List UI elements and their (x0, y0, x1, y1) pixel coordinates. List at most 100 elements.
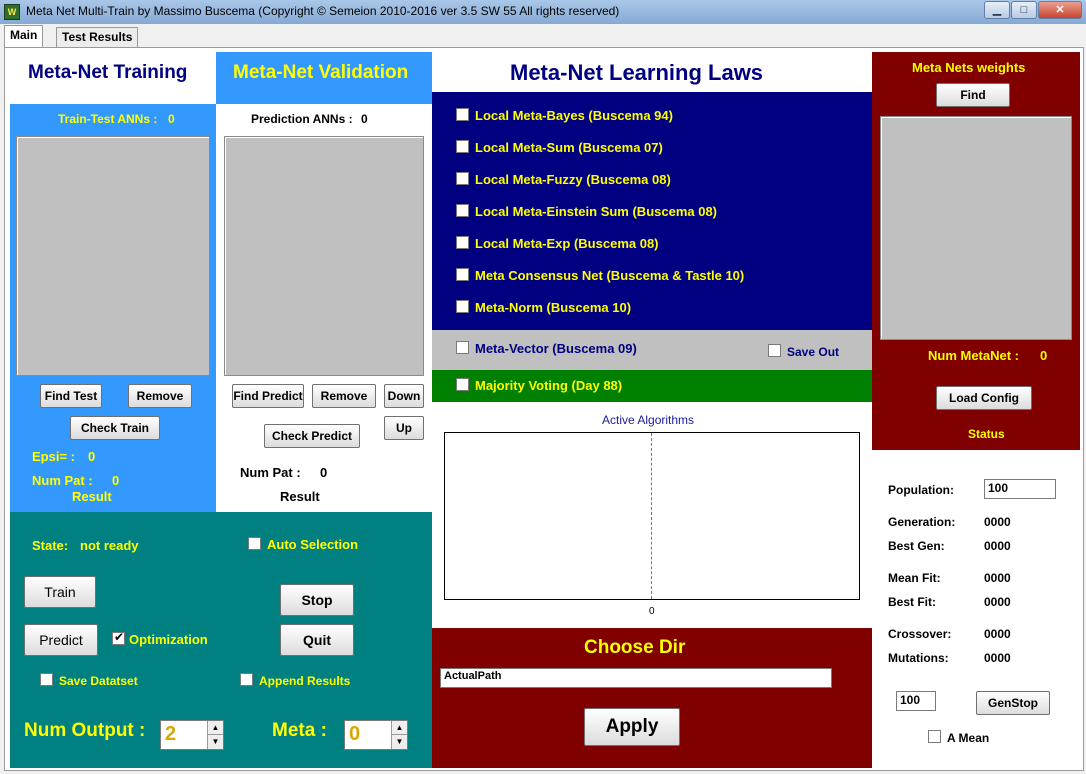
tab-main[interactable]: Main (4, 25, 44, 48)
generation-label: Generation: (888, 515, 956, 529)
law-item[interactable]: Meta-Norm (Buscema 10) (456, 300, 631, 315)
meta-vector-row: Meta-Vector (Buscema 09) Save Out (432, 330, 872, 370)
meta-vector-box[interactable] (456, 341, 469, 355)
find-weights-button[interactable]: Find (936, 83, 1010, 107)
mutations-label: Mutations: (888, 651, 949, 665)
check-predict-button[interactable]: Check Predict (264, 424, 360, 448)
remove-predict-button[interactable]: Remove (312, 384, 376, 408)
law-label: Local Meta-Sum (Buscema 07) (475, 140, 663, 156)
genstop-button[interactable]: GenStop (976, 691, 1050, 715)
meta-vector-checkbox[interactable]: Meta-Vector (Buscema 09) (456, 341, 637, 356)
title-bar: W Meta Net Multi-Train by Massimo Buscem… (0, 0, 1086, 24)
mean-fit-label: Mean Fit: (888, 571, 941, 585)
num-output-up-arrow-icon[interactable]: ▲ (207, 721, 223, 735)
prediction-list[interactable] (224, 136, 424, 376)
app-icon: W (4, 4, 20, 20)
status-label: Status (968, 427, 1005, 441)
predict-result-label: Result (280, 489, 320, 504)
meta-spinner[interactable]: 0 ▲ ▼ (344, 720, 408, 750)
optimization-box[interactable] (112, 630, 125, 646)
auto-selection-checkbox[interactable]: Auto Selection (248, 537, 358, 552)
append-results-checkbox[interactable]: Append Results (240, 673, 350, 688)
tab-test-results[interactable]: Test Results (56, 27, 139, 47)
down-button[interactable]: Down (384, 384, 424, 408)
a-mean-checkbox[interactable]: A Mean (928, 730, 989, 745)
law-checkbox[interactable] (456, 268, 469, 282)
law-checkbox[interactable] (456, 236, 469, 250)
weights-panel: Meta Nets weights Find Num MetaNet : 0 L… (872, 52, 1080, 450)
law-label: Local Meta-Exp (Buscema 08) (475, 236, 659, 252)
best-gen-value: 0000 (984, 539, 1011, 553)
dir-path-input[interactable]: ActualPath (440, 668, 832, 688)
num-metanet-value: 0 (1040, 348, 1048, 363)
a-mean-box[interactable] (928, 730, 941, 744)
law-label: Local Meta-Einstein Sum (Buscema 08) (475, 204, 718, 220)
validation-heading: Meta-Net Validation (233, 62, 409, 83)
laws-header: Meta-Net Learning Laws (432, 52, 872, 92)
up-button[interactable]: Up (384, 416, 424, 440)
close-button[interactable]: ✕ (1038, 1, 1082, 19)
save-dataset-checkbox[interactable]: Save Datatset (40, 673, 138, 688)
majority-voting-box[interactable] (456, 378, 469, 392)
law-item[interactable]: Local Meta-Exp (Buscema 08) (456, 236, 659, 251)
optimization-checkbox[interactable]: Optimization (112, 630, 208, 647)
mutations-value: 0000 (984, 651, 1011, 665)
apply-button[interactable]: Apply (584, 708, 680, 746)
save-out-checkbox[interactable]: Save Out (768, 344, 839, 359)
num-output-value[interactable]: 2 (165, 723, 176, 746)
law-checkbox[interactable] (456, 140, 469, 154)
window-title: Meta Net Multi-Train by Massimo Buscema … (26, 4, 620, 18)
majority-voting-checkbox[interactable]: Majority Voting (Day 88) (456, 378, 622, 393)
law-item[interactable]: Local Meta-Einstein Sum (Buscema 08) (456, 204, 717, 219)
check-train-button[interactable]: Check Train (70, 416, 160, 440)
maximize-button[interactable]: □ (1011, 1, 1037, 19)
meta-label: Meta : (272, 720, 327, 741)
population-input[interactable]: 100 (984, 479, 1056, 499)
law-item[interactable]: Meta Consensus Net (Buscema & Tastle 10) (456, 268, 744, 283)
law-checkbox[interactable] (456, 204, 469, 218)
weights-list[interactable] (880, 116, 1072, 340)
choose-dir-panel: Choose Dir ActualPath Apply (432, 628, 872, 768)
quit-button[interactable]: Quit (280, 624, 354, 656)
num-output-spinner[interactable]: 2 ▲ ▼ (160, 720, 224, 750)
generation-stop-input[interactable]: 100 (896, 691, 936, 711)
chart-title: Active Algorithms (602, 413, 695, 427)
train-numpat-label: Num Pat : (32, 473, 93, 488)
crossover-label: Crossover: (888, 627, 952, 641)
remove-train-button[interactable]: Remove (128, 384, 192, 408)
train-test-list[interactable] (16, 136, 210, 376)
law-item[interactable]: Local Meta-Sum (Buscema 07) (456, 140, 663, 155)
append-results-box[interactable] (240, 673, 253, 687)
predict-button[interactable]: Predict (24, 624, 98, 656)
load-config-button[interactable]: Load Config (936, 386, 1032, 410)
law-item[interactable]: Local Meta-Fuzzy (Buscema 08) (456, 172, 671, 187)
a-mean-label: A Mean (947, 730, 990, 745)
choose-dir-heading: Choose Dir (584, 637, 686, 658)
find-test-button[interactable]: Find Test (40, 384, 102, 408)
append-results-label: Append Results (259, 673, 351, 688)
auto-selection-box[interactable] (248, 537, 261, 551)
meta-value[interactable]: 0 (349, 723, 360, 746)
laws-heading: Meta-Net Learning Laws (510, 60, 764, 85)
law-label: Local Meta-Fuzzy (Buscema 08) (475, 172, 671, 188)
stop-button[interactable]: Stop (280, 584, 354, 616)
num-output-down-arrow-icon[interactable]: ▼ (207, 735, 223, 749)
train-button[interactable]: Train (24, 576, 96, 608)
law-item[interactable]: Local Meta-Bayes (Buscema 94) (456, 108, 673, 123)
prediction-anns-label: Prediction ANNs : (251, 112, 353, 126)
find-predict-button[interactable]: Find Predict (232, 384, 304, 408)
mean-fit-value: 0000 (984, 571, 1011, 585)
save-dataset-box[interactable] (40, 673, 53, 687)
predict-numpat-label: Num Pat : (240, 465, 301, 480)
law-checkbox[interactable] (456, 300, 469, 314)
best-fit-label: Best Fit: (888, 595, 936, 609)
save-out-box[interactable] (768, 344, 781, 358)
population-label: Population: (888, 483, 954, 497)
law-checkbox[interactable] (456, 108, 469, 122)
generation-value: 0000 (984, 515, 1011, 529)
meta-down-arrow-icon[interactable]: ▼ (391, 735, 407, 749)
minimize-button[interactable]: ▁ (984, 1, 1010, 19)
meta-up-arrow-icon[interactable]: ▲ (391, 721, 407, 735)
law-checkbox[interactable] (456, 172, 469, 186)
training-header: Meta-Net Training (10, 52, 216, 104)
